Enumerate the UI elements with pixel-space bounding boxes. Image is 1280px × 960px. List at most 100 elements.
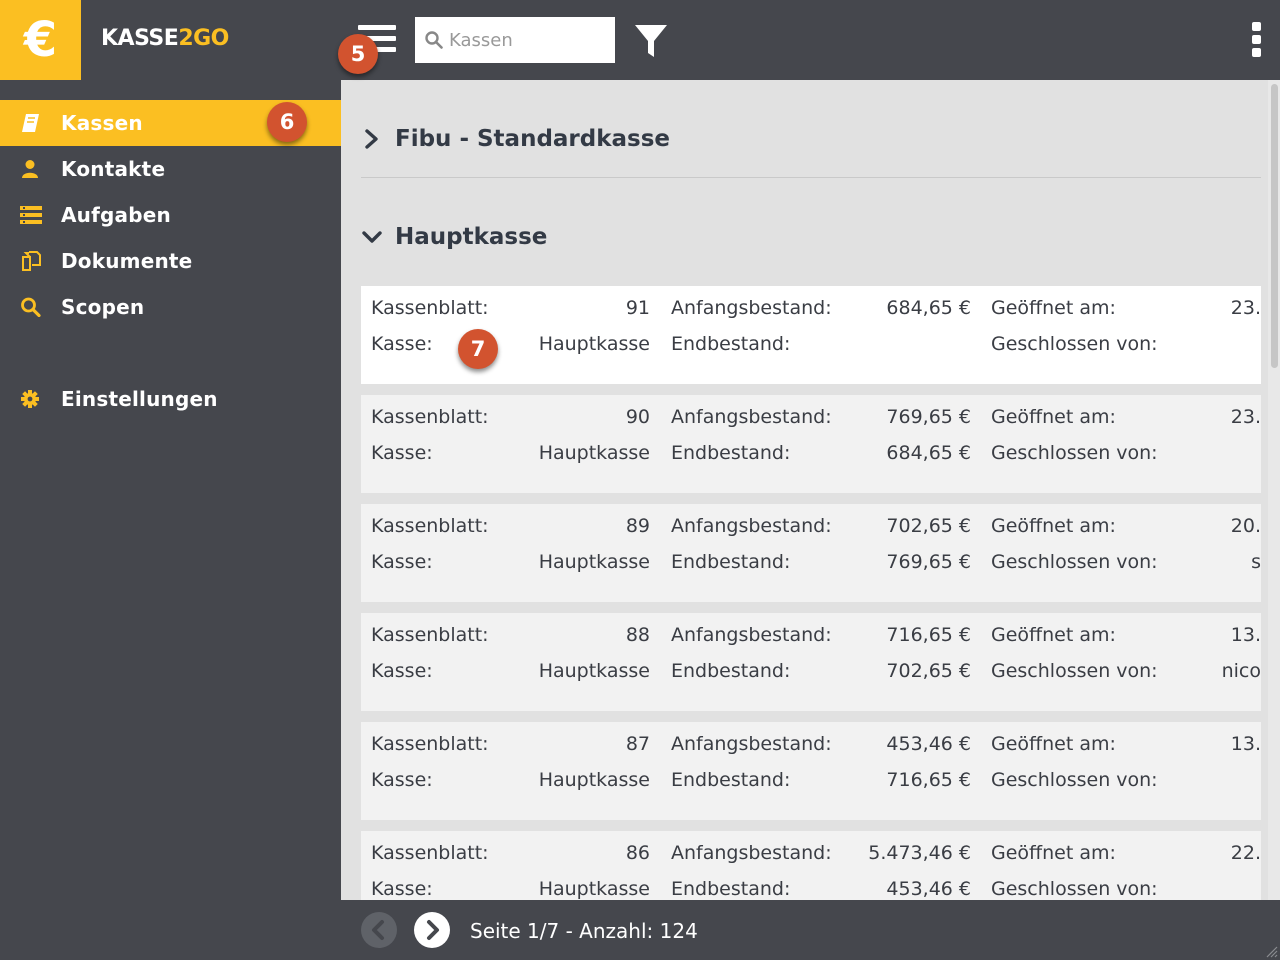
geoeffnet-value: 23. <box>1230 406 1261 428</box>
vertical-dots-icon[interactable] <box>1248 22 1264 58</box>
kassenblatt-card[interactable]: Kassenblatt: 91 Anfangsbestand: 684,65 €… <box>361 286 1261 384</box>
kassenblatt-label: Kassenblatt: <box>371 733 489 755</box>
next-page-button[interactable] <box>414 912 450 948</box>
sidebar-item-label: Kassen <box>61 111 143 135</box>
anfangsbestand-value: 5.473,46 € <box>868 842 971 864</box>
scrollbar-thumb[interactable] <box>1271 84 1278 368</box>
group-header-hauptkasse[interactable]: Hauptkasse <box>361 217 547 257</box>
chevron-left-icon <box>372 920 384 940</box>
kassenblatt-label: Kassenblatt: <box>371 406 489 428</box>
geoeffnet-label: Geöffnet am: <box>991 733 1116 755</box>
filter-icon[interactable] <box>633 22 669 60</box>
chevron-right-icon <box>365 129 378 149</box>
page-info: Seite 1/7 - Anzahl: 124 <box>470 919 698 943</box>
sidebar-item-dokumente[interactable]: Dokumente <box>0 238 341 284</box>
geoeffnet-value: 13. <box>1230 733 1261 755</box>
previous-page-button[interactable] <box>361 912 397 948</box>
geschlossen-label: Geschlossen von: <box>991 551 1158 573</box>
documents-icon <box>22 251 41 271</box>
kasse-label: Kasse: <box>371 442 433 464</box>
kassenblatt-card[interactable]: Kassenblatt: 88 Anfangsbestand: 716,65 €… <box>361 613 1261 711</box>
kassenblatt-number: 87 <box>625 733 650 755</box>
kassenblatt-number: 89 <box>625 515 650 537</box>
geoeffnet-label: Geöffnet am: <box>991 297 1116 319</box>
brand-prefix: KASSE <box>101 26 179 51</box>
sidebar-item-einstellungen[interactable]: Einstellungen <box>0 376 341 422</box>
kassenblatt-card[interactable]: Kassenblatt: 89 Anfangsbestand: 702,65 €… <box>361 504 1261 602</box>
kasse-label: Kasse: <box>371 333 433 355</box>
kassenblatt-number: 86 <box>625 842 650 864</box>
anfangsbestand-label: Anfangsbestand: <box>671 842 832 864</box>
search-input[interactable] <box>449 29 599 51</box>
sidebar-item-label: Kontakte <box>61 157 166 181</box>
search-icon <box>21 297 41 317</box>
group-divider <box>361 177 1261 178</box>
endbestand-label: Endbestand: <box>671 769 791 791</box>
resize-grip-icon[interactable] <box>1264 944 1278 958</box>
chevron-down-icon <box>362 231 382 243</box>
geschlossen-label: Geschlossen von: <box>991 660 1158 682</box>
geoeffnet-value: 20. <box>1230 515 1261 537</box>
endbestand-label: Endbestand: <box>671 660 791 682</box>
sidebar-item-aufgaben[interactable]: Aufgaben <box>0 192 341 238</box>
kasse-label: Kasse: <box>371 551 433 573</box>
kassenblatt-label: Kassenblatt: <box>371 515 489 537</box>
book-icon <box>22 114 39 132</box>
kassenblatt-label: Kassenblatt: <box>371 624 489 646</box>
kassenblatt-card[interactable]: Kassenblatt: 90 Anfangsbestand: 769,65 €… <box>361 395 1261 493</box>
sidebar: Kassen Kontakte Aufgaben Dokumente Scope… <box>0 80 341 960</box>
main-content: Fibu - Standardkasse Hauptkasse Kassenbl… <box>341 80 1280 900</box>
tasks-icon <box>20 206 42 224</box>
endbestand-label: Endbestand: <box>671 333 791 355</box>
geoeffnet-value: 13. <box>1230 624 1261 646</box>
callout-badge-6: 6 <box>267 102 307 142</box>
kasse-value: Hauptkasse <box>538 769 650 791</box>
endbestand-value: 716,65 € <box>886 769 971 791</box>
sidebar-item-label: Dokumente <box>61 249 193 273</box>
kassenblatt-card[interactable]: Kassenblatt: 86 Anfangsbestand: 5.473,46… <box>361 831 1261 900</box>
app-brand: KASSE2GO <box>101 26 229 51</box>
kasse-value: Hauptkasse <box>538 442 650 464</box>
geschlossen-label: Geschlossen von: <box>991 878 1158 900</box>
endbestand-value: 684,65 € <box>886 442 971 464</box>
anfangsbestand-label: Anfangsbestand: <box>671 297 832 319</box>
sidebar-item-scopen[interactable]: Scopen <box>0 284 341 330</box>
kassenblatt-card[interactable]: Kassenblatt: 87 Anfangsbestand: 453,46 €… <box>361 722 1261 820</box>
kassenblatt-number: 90 <box>625 406 650 428</box>
geoeffnet-label: Geöffnet am: <box>991 624 1116 646</box>
geschlossen-label: Geschlossen von: <box>991 333 1158 355</box>
kassenblatt-label: Kassenblatt: <box>371 842 489 864</box>
kasse-label: Kasse: <box>371 660 433 682</box>
kassenblatt-label: Kassenblatt: <box>371 297 489 319</box>
callout-badge-7: 7 <box>458 329 498 369</box>
group-title: Hauptkasse <box>395 224 548 250</box>
geschlossen-label: Geschlossen von: <box>991 442 1158 464</box>
top-bar: € KASSE2GO <box>0 0 1280 80</box>
gear-icon <box>21 390 39 408</box>
geoeffnet-label: Geöffnet am: <box>991 406 1116 428</box>
geschlossen-value: nico <box>1221 660 1261 682</box>
geoeffnet-label: Geöffnet am: <box>991 842 1116 864</box>
geoeffnet-label: Geöffnet am: <box>991 515 1116 537</box>
sidebar-item-kontakte[interactable]: Kontakte <box>0 146 341 192</box>
anfangsbestand-label: Anfangsbestand: <box>671 733 832 755</box>
endbestand-value: 453,46 € <box>886 878 971 900</box>
anfangsbestand-value: 769,65 € <box>886 406 971 428</box>
geoeffnet-value: 23. <box>1230 297 1261 319</box>
group-header-fibu-standardkasse[interactable]: Fibu - Standardkasse <box>361 119 670 159</box>
chevron-right-icon <box>427 920 439 940</box>
pagination-bar: Seite 1/7 - Anzahl: 124 <box>341 900 1280 960</box>
kasse-value: Hauptkasse <box>538 551 650 573</box>
anfangsbestand-value: 716,65 € <box>886 624 971 646</box>
geschlossen-label: Geschlossen von: <box>991 769 1158 791</box>
euro-logo-icon: € <box>0 0 81 80</box>
brand-suffix: 2GO <box>178 26 229 51</box>
endbestand-label: Endbestand: <box>671 442 791 464</box>
group-title: Fibu - Standardkasse <box>395 126 671 152</box>
search-field[interactable] <box>415 17 615 63</box>
endbestand-label: Endbestand: <box>671 878 791 900</box>
sidebar-item-label: Aufgaben <box>61 203 171 227</box>
sidebar-item-label: Einstellungen <box>61 387 218 411</box>
user-icon <box>22 160 38 178</box>
anfangsbestand-label: Anfangsbestand: <box>671 515 832 537</box>
